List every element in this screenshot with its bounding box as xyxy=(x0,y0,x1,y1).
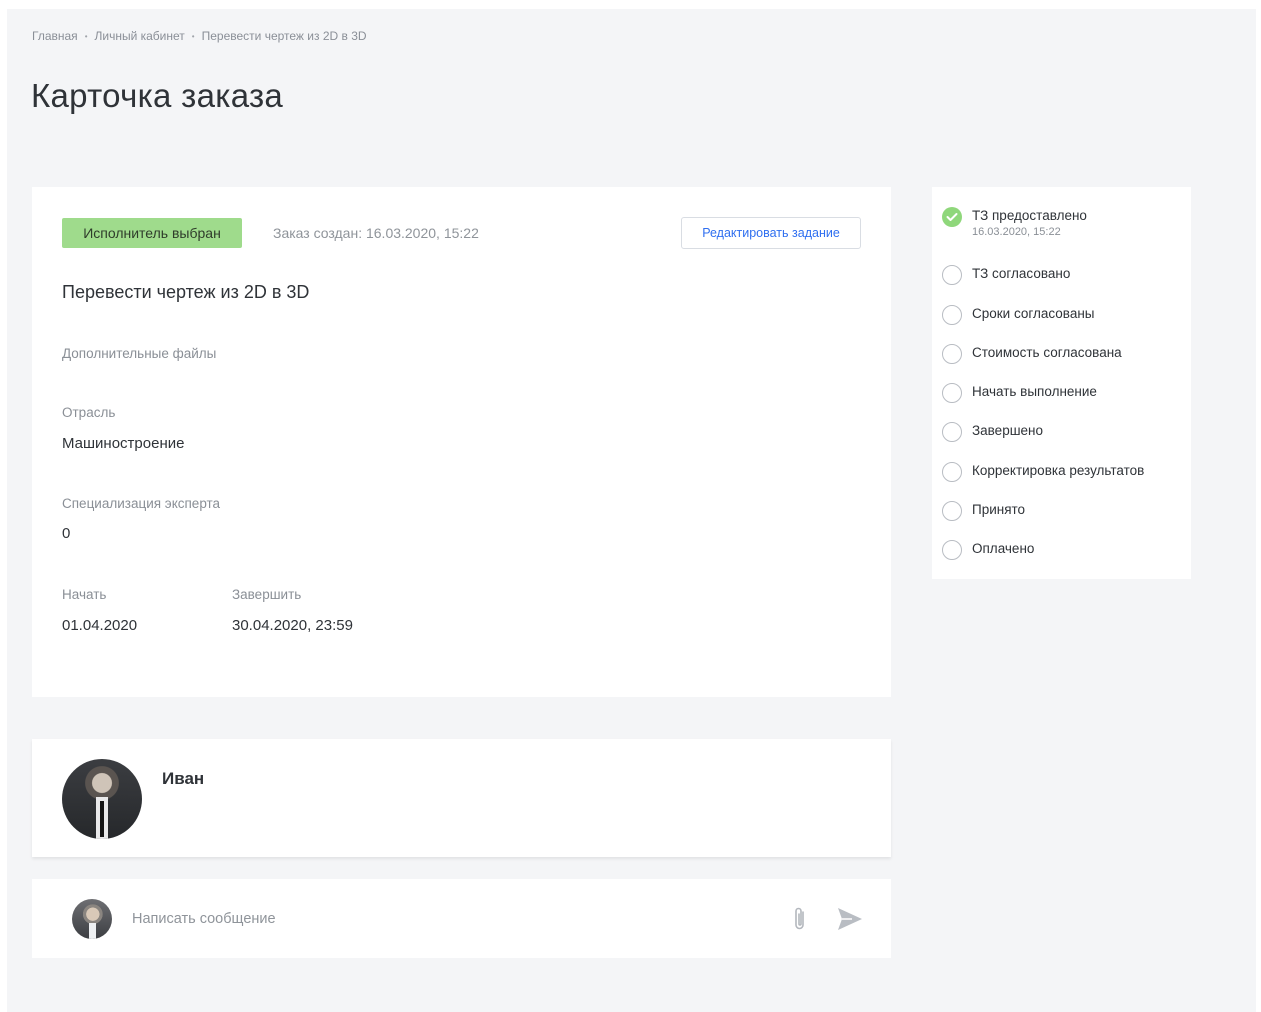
avatar-tie xyxy=(100,801,104,837)
industry-value: Машиностроение xyxy=(62,435,185,452)
status-item: Завершено xyxy=(942,422,1043,442)
executor-card: Иван xyxy=(32,739,891,857)
page-title: Карточка заказа xyxy=(31,77,284,114)
empty-circle-icon xyxy=(942,422,962,442)
status-label: Принято xyxy=(972,502,1026,517)
breadcrumb: Главная • Личный кабинет • Перевести чер… xyxy=(32,29,367,43)
order-title: Перевести чертеж из 2D в 3D xyxy=(62,282,310,302)
status-label: ТЗ согласовано xyxy=(972,266,1071,281)
check-icon xyxy=(942,207,962,227)
send-icon[interactable] xyxy=(836,906,864,932)
breadcrumb-separator: • xyxy=(84,31,88,41)
status-label: Завершено xyxy=(972,423,1044,438)
status-label: Оплачено xyxy=(972,541,1035,556)
status-label: Стоимость согласована xyxy=(972,345,1122,360)
specialization-label: Специализация эксперта xyxy=(62,496,221,511)
empty-circle-icon xyxy=(942,501,962,521)
breadcrumb-home[interactable]: Главная xyxy=(32,29,78,43)
status-item: Начать выполнение xyxy=(942,383,1097,403)
status-item: Оплачено xyxy=(942,540,1034,560)
status-timeline: ТЗ предоставлено 16.03.2020, 15:22 ТЗ со… xyxy=(932,187,1191,579)
current-user-avatar xyxy=(72,899,112,939)
breadcrumb-current[interactable]: Перевести чертеж из 2D в 3D xyxy=(202,29,367,43)
industry-label: Отрасль xyxy=(62,405,116,420)
files-label: Дополнительные файлы xyxy=(62,346,217,361)
end-label: Завершить xyxy=(232,587,302,602)
empty-circle-icon xyxy=(942,383,962,403)
message-composer xyxy=(32,879,891,958)
empty-circle-icon xyxy=(942,305,962,325)
page: Главная • Личный кабинет • Перевести чер… xyxy=(7,9,1256,1012)
status-item: Корректировка результатов xyxy=(942,462,1144,482)
start-label: Начать xyxy=(62,587,107,602)
paperclip-icon[interactable] xyxy=(792,905,808,933)
status-item: ТЗ согласовано xyxy=(942,265,1070,285)
empty-circle-icon xyxy=(942,540,962,560)
status-label: Начать выполнение xyxy=(972,384,1097,399)
status-label: ТЗ предоставлено 16.03.2020, 15:22 xyxy=(972,207,1087,239)
order-created-date: Заказ создан: 16.03.2020, 15:22 xyxy=(273,225,479,241)
status-badge: Исполнитель выбран xyxy=(62,218,242,248)
order-card: Исполнитель выбран Заказ создан: 16.03.2… xyxy=(32,187,891,697)
executor-name[interactable]: Иван xyxy=(162,769,204,789)
empty-circle-icon xyxy=(942,265,962,285)
status-item: Принято xyxy=(942,501,1025,521)
breadcrumb-cabinet[interactable]: Личный кабинет xyxy=(95,29,185,43)
status-label-text: ТЗ предоставлено xyxy=(972,208,1087,223)
empty-circle-icon xyxy=(942,344,962,364)
status-item: Сроки согласованы xyxy=(942,305,1094,325)
edit-task-button[interactable]: Редактировать задание xyxy=(681,217,861,249)
status-item: Стоимость согласована xyxy=(942,344,1122,364)
message-input[interactable] xyxy=(132,907,772,931)
status-item: ТЗ предоставлено 16.03.2020, 15:22 xyxy=(942,207,1087,239)
status-label: Корректировка результатов xyxy=(972,463,1145,478)
avatar[interactable] xyxy=(62,759,142,839)
avatar-shirt xyxy=(89,923,96,939)
start-value: 01.04.2020 xyxy=(62,617,138,634)
status-label: Сроки согласованы xyxy=(972,306,1095,321)
breadcrumb-separator: • xyxy=(191,31,195,41)
empty-circle-icon xyxy=(942,462,962,482)
end-value: 30.04.2020, 23:59 xyxy=(232,617,353,634)
status-date: 16.03.2020, 15:22 xyxy=(972,226,1061,238)
specialization-value: 0 xyxy=(62,525,71,542)
